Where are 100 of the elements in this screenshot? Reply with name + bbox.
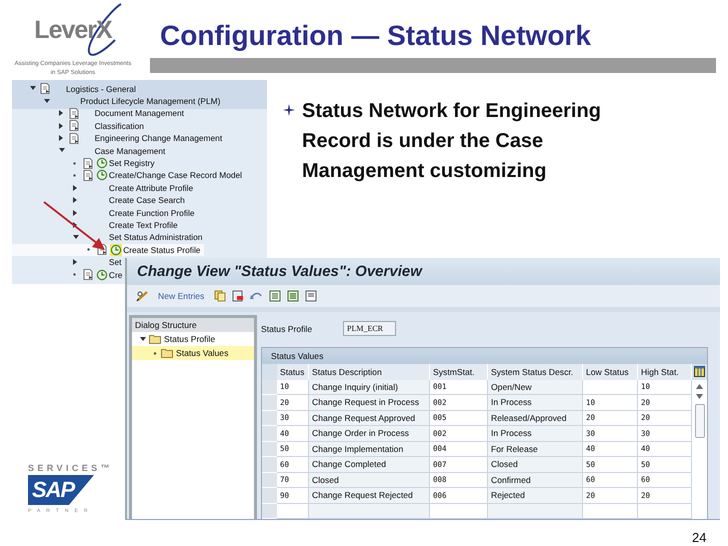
- document-icon: [68, 108, 80, 119]
- table-cell: Closed: [488, 457, 583, 472]
- tree-item-label: Engineering Change Management: [94, 133, 222, 144]
- tree-item-label: Set Status Administration: [108, 232, 202, 242]
- document-icon: [68, 120, 80, 132]
- tree-item-label: Logistics - General: [66, 84, 136, 94]
- table-cell: Released/Approved: [488, 410, 583, 426]
- vertical-scrollbar[interactable]: [692, 380, 707, 519]
- list-icon[interactable]: [287, 290, 300, 302]
- tree-item-label: Create Function Profile: [108, 208, 195, 218]
- bullet-dot-icon: [72, 174, 76, 177]
- tree-item[interactable]: Classification: [12, 120, 148, 133]
- column-header[interactable]: System Status Descr.: [488, 364, 583, 380]
- scroll-up-icon[interactable]: [696, 384, 703, 388]
- dialog-structure-item[interactable]: Status Profile: [132, 332, 254, 346]
- tree-item[interactable]: Set Status Administration: [12, 232, 206, 244]
- table-cell: Change Request Rejected: [309, 488, 430, 504]
- window-title: Change View "Status Values": Overview: [137, 263, 422, 280]
- clock-icon[interactable]: [96, 268, 108, 281]
- dialog-structure-heading: Dialog Structure: [132, 318, 254, 332]
- tree-item[interactable]: Case Management: [12, 144, 170, 158]
- document-icon: [40, 83, 51, 94]
- table-cell: In Process: [488, 426, 583, 442]
- tree-item-label: Create Status Profile: [123, 244, 200, 255]
- expanded-triangle-icon[interactable]: [44, 98, 50, 104]
- clock-icon[interactable]: [96, 169, 108, 182]
- tree-item[interactable]: Create Text Profile: [12, 219, 182, 232]
- list-icon[interactable]: [269, 290, 282, 302]
- list-icon[interactable]: [305, 290, 318, 302]
- tree-item-label: Set: [108, 257, 122, 268]
- expanded-triangle-icon[interactable]: [58, 148, 65, 154]
- column-header[interactable]: High Stat.: [638, 364, 692, 380]
- dialog-structure-label: Status Values: [176, 348, 228, 358]
- table-cell: Change Request Approved: [309, 410, 430, 426]
- tree-item[interactable]: Create/Change Case Record Model: [12, 170, 246, 182]
- table-cell: Change Order in Process: [309, 426, 430, 442]
- column-header[interactable]: Status: [277, 364, 309, 380]
- document-icon: [68, 132, 80, 144]
- table-cell: Closed: [309, 472, 430, 488]
- tree-item[interactable]: Logistics - General: [12, 83, 140, 96]
- page-number: 24: [692, 530, 706, 545]
- tree-item-label: Set Registry: [108, 158, 155, 168]
- status-profile-field[interactable]: PLM_ECR: [343, 321, 396, 336]
- bullet-dot-icon: [87, 248, 90, 252]
- slide-title: Configuration — Status Network: [160, 20, 591, 52]
- table-cell: Change Completed: [309, 457, 430, 472]
- status-profile-label: Status Profile: [261, 324, 314, 334]
- expanded-triangle-icon[interactable]: [140, 336, 146, 342]
- table-title: Status Values: [262, 348, 707, 364]
- table-cell: For Release: [488, 442, 583, 457]
- partner-logo-top-text: SERVICES™: [28, 463, 113, 473]
- glasses-pencil-icon[interactable]: [136, 290, 150, 302]
- tree-item[interactable]: Cre: [12, 268, 126, 282]
- expanded-triangle-icon[interactable]: [72, 234, 79, 240]
- new-entries-button[interactable]: New Entries: [156, 291, 208, 301]
- tree-item[interactable]: Create Case Search: [12, 194, 189, 207]
- clock-icon[interactable]: [96, 157, 108, 170]
- partner-logo-mark: SAP: [28, 475, 94, 505]
- bullet-text: Status Network for Engineering Record is under the Case Management customizing: [302, 99, 602, 184]
- tree-item-label: Case Management: [94, 146, 166, 156]
- tree-item[interactable]: Set Registry: [12, 157, 159, 170]
- copy-icon[interactable]: [214, 290, 226, 302]
- table-cell: Change Inquiry (initial): [309, 380, 430, 395]
- tree-item[interactable]: Create Status Profile: [12, 244, 204, 256]
- column-header[interactable]: Status Description: [309, 364, 430, 380]
- tree-item-label: Create/Change Case Record Model: [108, 170, 242, 180]
- tree-item-label: Create Case Search: [108, 195, 185, 206]
- table-cell: Rejected: [488, 488, 583, 504]
- tree-item-label: Document Management: [94, 108, 184, 118]
- table-cell: [583, 504, 638, 519]
- column-header[interactable]: Low Status: [583, 364, 638, 380]
- folder-icon: [149, 334, 161, 344]
- dialog-structure-item[interactable]: Status Values: [132, 346, 254, 360]
- table-cell: [277, 504, 309, 519]
- column-settings-icon[interactable]: [694, 366, 705, 378]
- table-cell: Change Request in Process: [309, 395, 430, 410]
- scroll-thumb[interactable]: [694, 404, 704, 438]
- column-header[interactable]: SystmStat.: [430, 364, 488, 380]
- tree-item-label: Product Lifecycle Management (PLM): [80, 96, 220, 106]
- delete-icon[interactable]: [232, 290, 244, 302]
- expanded-triangle-icon[interactable]: [30, 86, 36, 92]
- pointer-arrow: [42, 200, 108, 252]
- collapsed-triangle-icon[interactable]: [72, 259, 77, 266]
- undo-icon[interactable]: [250, 290, 264, 302]
- scroll-down-icon[interactable]: [696, 394, 703, 398]
- table-cell: Confirmed: [488, 472, 583, 488]
- tree-item[interactable]: Product Lifecycle Management (PLM): [12, 95, 224, 108]
- tree-item[interactable]: Document Management: [12, 108, 188, 120]
- tree-item-label: Create Attribute Profile: [108, 182, 194, 193]
- tree-item[interactable]: Set: [12, 256, 126, 269]
- table-cell: In Process: [488, 395, 583, 410]
- tree-item[interactable]: Create Function Profile: [12, 206, 199, 220]
- clock-icon[interactable]: [110, 244, 122, 256]
- tree-item[interactable]: Create Attribute Profile: [12, 182, 198, 195]
- document-icon: [82, 269, 94, 280]
- tree-item-label: Cre: [108, 270, 122, 280]
- tree-item[interactable]: Engineering Change Management: [12, 132, 226, 145]
- table-cell: Open/New: [488, 380, 583, 395]
- table-cell: [430, 504, 488, 519]
- document-icon: [82, 170, 94, 181]
